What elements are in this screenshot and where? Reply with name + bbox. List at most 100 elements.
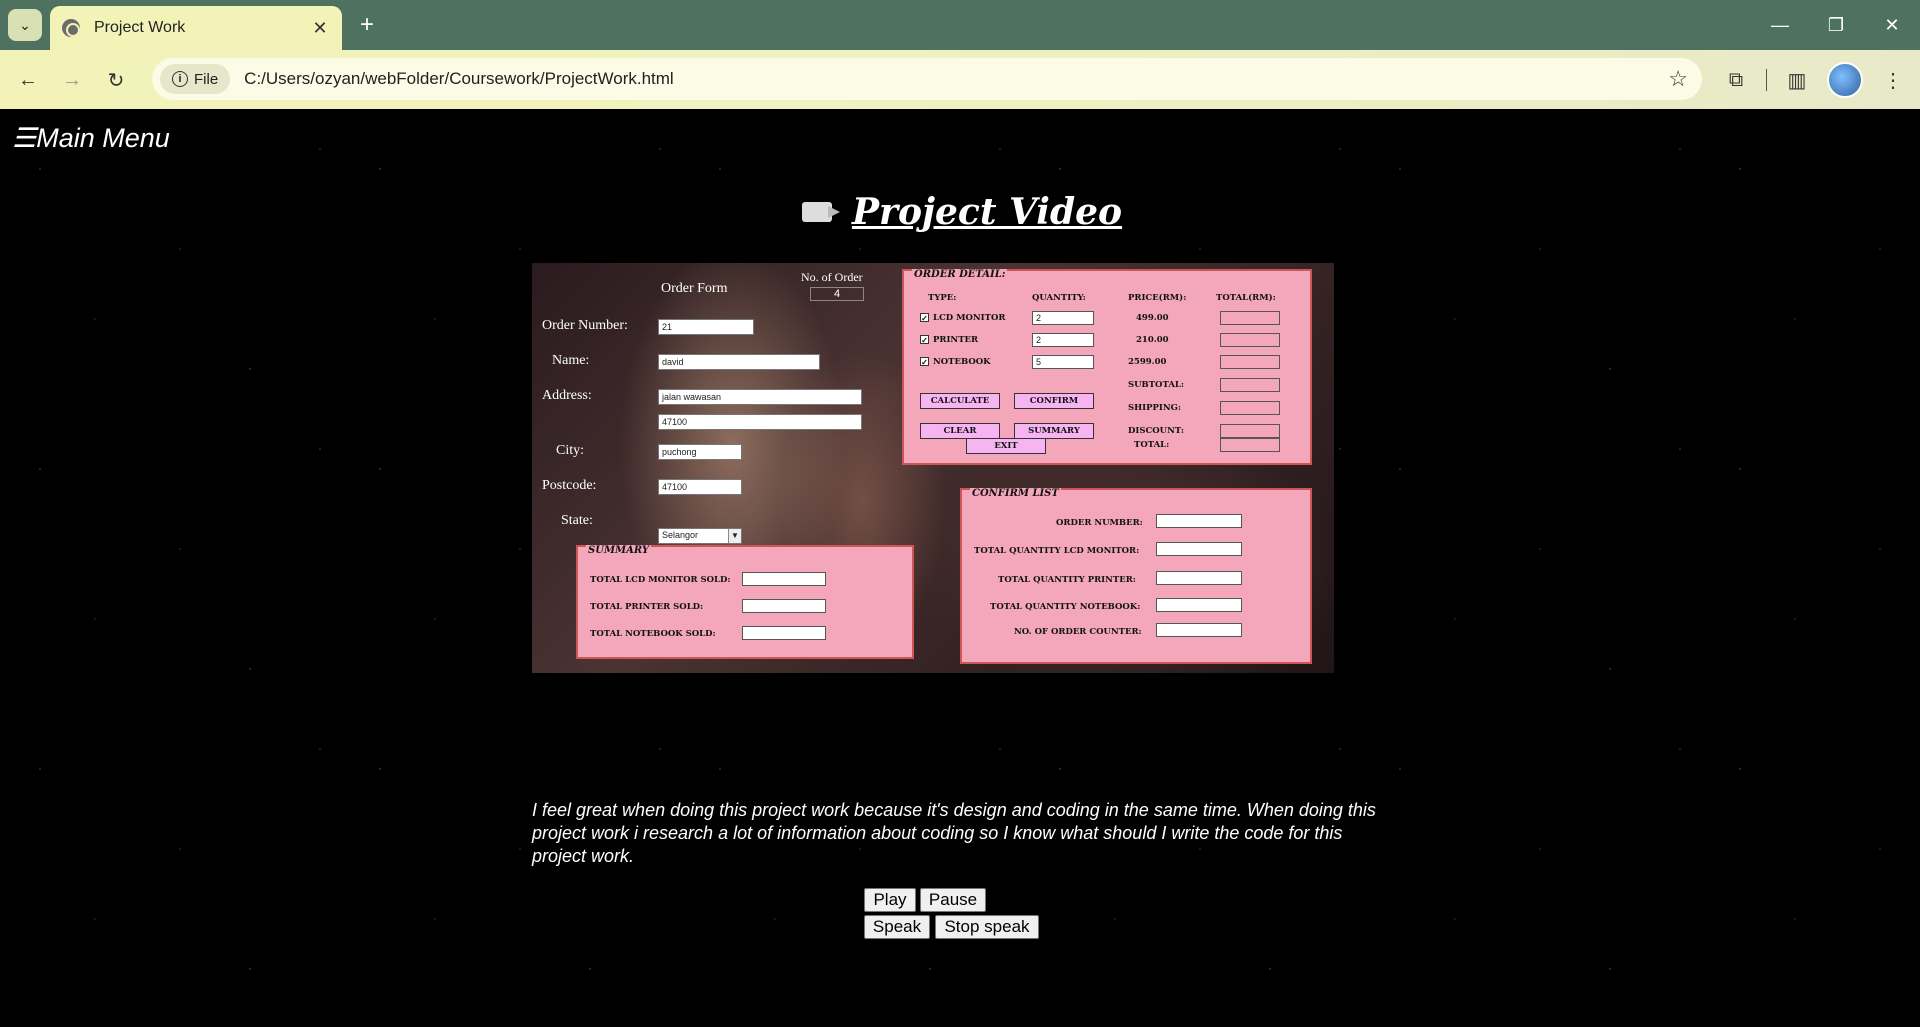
arrow-right-icon: → (62, 68, 82, 91)
site-info-chip[interactable]: i File (160, 64, 231, 94)
stop-speak-button[interactable]: Stop speak (935, 915, 1039, 939)
restore-button[interactable]: ❐ (1808, 0, 1864, 50)
address-line1-field[interactable]: jalan wawasan (658, 389, 862, 405)
state-label: State: (561, 513, 593, 528)
city-field[interactable]: puchong (658, 444, 742, 460)
new-tab-button[interactable]: + (352, 10, 382, 40)
order-number-field[interactable]: 21 (658, 319, 754, 335)
total-lcd-field[interactable] (1220, 311, 1280, 325)
toolbar-icons: ⧉ ▥ ⋮ (1720, 62, 1909, 98)
checkbox-printer[interactable]: ✓ (920, 335, 929, 344)
order-detail-legend: ORDER DETAIL: (912, 269, 1008, 280)
page-title-text: Project Video (851, 191, 1123, 233)
tab-title: Project Work (94, 19, 186, 36)
discount-field[interactable] (1220, 424, 1280, 438)
price-lcd: 499.00 (1136, 313, 1169, 323)
bookmark-star-icon[interactable]: ☆ (1668, 66, 1688, 92)
close-window-button[interactable]: ✕ (1864, 0, 1920, 50)
forward-button[interactable]: → (56, 64, 88, 96)
confirm-total-notebook-field[interactable] (1156, 598, 1242, 612)
postcode-field[interactable]: 47100 (658, 479, 742, 495)
profile-avatar[interactable] (1827, 62, 1863, 98)
url-text[interactable]: C:/Users/ozyan/webFolder/Coursework/Proj… (244, 69, 674, 89)
summary-lcd-field[interactable] (742, 572, 826, 586)
pause-button[interactable]: Pause (920, 888, 986, 912)
confirm-order-number-field[interactable] (1156, 514, 1242, 528)
confirm-total-lcd-field[interactable] (1156, 542, 1242, 556)
total-notebook-field[interactable] (1220, 355, 1280, 369)
tab-search-button[interactable]: ⌄ (8, 9, 42, 41)
confirm-order-number-label: ORDER NUMBER: (1056, 518, 1143, 528)
confirm-button[interactable]: CONFIRM (1014, 393, 1094, 409)
total-label: TOTAL: (1134, 440, 1170, 450)
summary-button[interactable]: SUMMARY (1014, 423, 1094, 439)
project-video[interactable]: Order Form No. of Order 4 Order Number: … (532, 263, 1334, 673)
confirm-total-lcd-label: TOTAL QUANTITY LCD MONITOR: (974, 546, 1140, 556)
discount-label: DISCOUNT: (1128, 426, 1184, 436)
exit-button[interactable]: EXIT (966, 438, 1046, 454)
main-menu-link[interactable]: ☰Main Menu (12, 123, 170, 154)
reload-button[interactable]: ↻ (100, 64, 132, 96)
calculate-button[interactable]: CALCULATE (920, 393, 1000, 409)
restore-icon: ❐ (1827, 14, 1845, 35)
item-row-notebook: ✓ NOTEBOOK (920, 357, 991, 367)
back-button[interactable]: ← (12, 64, 44, 96)
info-icon: i (172, 71, 188, 87)
arrow-left-icon: ← (18, 68, 38, 91)
subtotal-field[interactable] (1220, 378, 1280, 392)
confirm-list-panel: CONFIRM LIST ORDER NUMBER: TOTAL QUANTIT… (960, 488, 1312, 664)
qty-lcd-field[interactable]: 2 (1032, 311, 1094, 325)
header-type: TYPE: (928, 293, 957, 303)
chevron-down-icon: ⌄ (19, 16, 31, 33)
item-row-printer: ✓ PRINTER (920, 335, 978, 345)
item-lcd-name: LCD MONITOR (933, 313, 1006, 323)
total-printer-field[interactable] (1220, 333, 1280, 347)
order-detail-panel-bottom: EXIT TOTAL: (902, 438, 1312, 465)
toolbar-divider (1766, 69, 1767, 91)
side-panel-icon[interactable]: ▥ (1781, 63, 1813, 97)
minimize-icon: — (1771, 14, 1789, 35)
window-controls: — ❐ ✕ (1752, 0, 1920, 50)
header-total: TOTAL(RM): (1216, 293, 1276, 303)
menu-kebab-icon[interactable]: ⋮ (1877, 63, 1909, 97)
address-line2-field[interactable]: 47100 (658, 414, 862, 430)
play-button[interactable]: Play (864, 888, 916, 912)
summary-legend: SUMMARY (586, 545, 651, 556)
close-icon: ✕ (1884, 14, 1900, 35)
checkbox-notebook[interactable]: ✓ (920, 357, 929, 366)
summary-notebook-label: TOTAL NOTEBOOK SOLD: (590, 629, 716, 639)
browser-tab[interactable]: Project Work ✕ (50, 6, 342, 50)
checkbox-lcd[interactable]: ✓ (920, 313, 929, 322)
shipping-label: SHIPPING: (1128, 403, 1182, 413)
name-field[interactable]: david (658, 354, 820, 370)
state-select[interactable]: Selangor ▼ (658, 528, 742, 544)
summary-printer-field[interactable] (742, 599, 826, 613)
clear-button[interactable]: CLEAR (920, 423, 1000, 439)
state-select-value: Selangor (662, 530, 699, 540)
subtotal-label: SUBTOTAL: (1128, 380, 1185, 390)
project-description: I feel great when doing this project wor… (532, 800, 1376, 866)
order-detail-panel: ORDER DETAIL: TYPE: QUANTITY: PRICE(RM):… (902, 269, 1312, 445)
order-count-label: No. of Order (801, 270, 863, 284)
city-label: City: (556, 443, 585, 458)
summary-notebook-field[interactable] (742, 626, 826, 640)
summary-panel: SUMMARY TOTAL LCD MONITOR SOLD: TOTAL PR… (576, 545, 914, 659)
speak-button[interactable]: Speak (864, 915, 930, 939)
browser-toolbar: ← → ↻ i File C:/Users/ozyan/webFolder/Co… (0, 50, 1920, 109)
postcode-label: Postcode: (542, 478, 597, 493)
header-quantity: QUANTITY: (1032, 293, 1086, 303)
item-notebook-name: NOTEBOOK (933, 357, 991, 367)
grand-total-field[interactable] (1220, 438, 1280, 452)
address-bar[interactable]: i File C:/Users/ozyan/webFolder/Coursewo… (152, 58, 1702, 100)
plus-icon: + (359, 11, 374, 38)
shipping-field[interactable] (1220, 401, 1280, 415)
summary-printer-label: TOTAL PRINTER SOLD: (590, 602, 704, 612)
close-tab-icon[interactable]: ✕ (310, 18, 330, 39)
confirm-total-printer-field[interactable] (1156, 571, 1242, 585)
qty-printer-field[interactable]: 2 (1032, 333, 1094, 347)
qty-notebook-field[interactable]: 5 (1032, 355, 1094, 369)
confirm-order-counter-field[interactable] (1156, 623, 1242, 637)
extensions-puzzle-icon[interactable]: ⧉ (1720, 63, 1752, 97)
site-info-label: File (194, 70, 219, 88)
minimize-button[interactable]: — (1752, 0, 1808, 50)
